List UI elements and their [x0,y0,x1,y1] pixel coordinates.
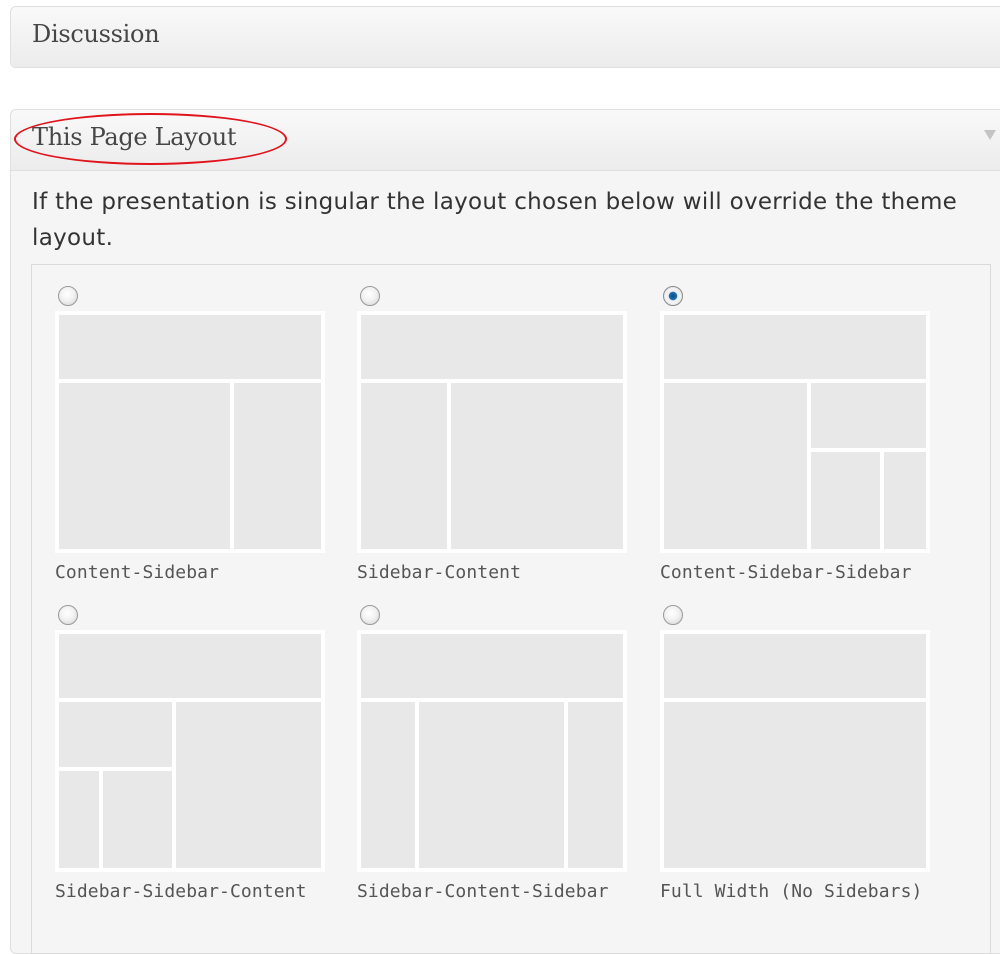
layout-thumbnail-full-width[interactable] [660,630,930,872]
discussion-metabox-title: Discussion [32,20,160,48]
layout-option-sidebar-sidebar-content[interactable]: Sidebar-Sidebar-Content [55,605,345,905]
layout-thumbnail-sidebar-content[interactable] [357,311,627,553]
layout-option-content-sidebar-sidebar[interactable]: Content-Sidebar-Sidebar [660,286,950,586]
page-layout-metabox-header[interactable]: This Page Layout [11,110,1000,171]
thumb-content-block [664,702,926,868]
thumb-sidebar-block [361,383,447,549]
radio-full-width[interactable] [663,605,683,625]
layout-options-panel: Content-Sidebar Sidebar-Content Content-… [31,264,991,954]
layout-option-full-width[interactable]: Full Width (No Sidebars) [660,605,950,905]
thumb-content-block [451,383,623,549]
layout-thumbnail-content-sidebar-sidebar[interactable] [660,311,930,553]
thumb-sidebar-block [361,702,415,868]
collapse-toggle-icon[interactable] [984,130,996,140]
radio-sidebar-content-sidebar[interactable] [360,605,380,625]
thumb-header-block [664,634,926,698]
page-layout-metabox: This Page Layout If the presentation is … [10,109,1000,954]
layout-option-sidebar-content-sidebar[interactable]: Sidebar-Content-Sidebar [357,605,647,905]
thumb-sidebar-block [811,383,926,448]
layout-option-label: Sidebar-Sidebar-Content [55,881,307,902]
radio-content-sidebar-sidebar[interactable] [663,286,683,306]
layout-option-label: Full Width (No Sidebars) [660,881,923,902]
thumb-sidebar-block [568,702,623,868]
radio-sidebar-sidebar-content[interactable] [58,605,78,625]
thumb-header-block [361,634,623,698]
discussion-metabox-header[interactable]: Discussion [11,7,1000,67]
thumb-header-block [59,315,321,379]
thumb-content-block [59,383,230,549]
layout-option-sidebar-content[interactable]: Sidebar-Content [357,286,647,586]
layout-option-label: Content-Sidebar [55,562,220,583]
thumb-header-block [664,315,926,379]
layout-option-label: Content-Sidebar-Sidebar [660,562,912,583]
thumb-sidebar-block [234,383,321,549]
thumb-sidebar-block [811,452,880,549]
layout-option-label: Sidebar-Content [357,562,522,583]
thumb-sidebar-block [884,452,926,549]
layout-thumbnail-sidebar-content-sidebar[interactable] [357,630,627,872]
radio-sidebar-content[interactable] [360,286,380,306]
layout-option-content-sidebar[interactable]: Content-Sidebar [55,286,345,586]
thumb-content-block [664,383,807,549]
layout-thumbnail-sidebar-sidebar-content[interactable] [55,630,325,872]
thumb-sidebar-block [59,702,172,767]
thumb-header-block [59,634,321,698]
thumb-content-block [176,702,321,868]
thumb-content-block [419,702,564,868]
layout-option-label: Sidebar-Content-Sidebar [357,881,609,902]
thumb-header-block [361,315,623,379]
thumb-sidebar-block [59,771,99,868]
layout-thumbnail-content-sidebar[interactable] [55,311,325,553]
discussion-metabox: Discussion [10,6,1000,68]
radio-content-sidebar[interactable] [58,286,78,306]
page-layout-metabox-title: This Page Layout [32,123,237,151]
thumb-sidebar-block [103,771,172,868]
layout-description: If the presentation is singular the layo… [32,189,958,251]
